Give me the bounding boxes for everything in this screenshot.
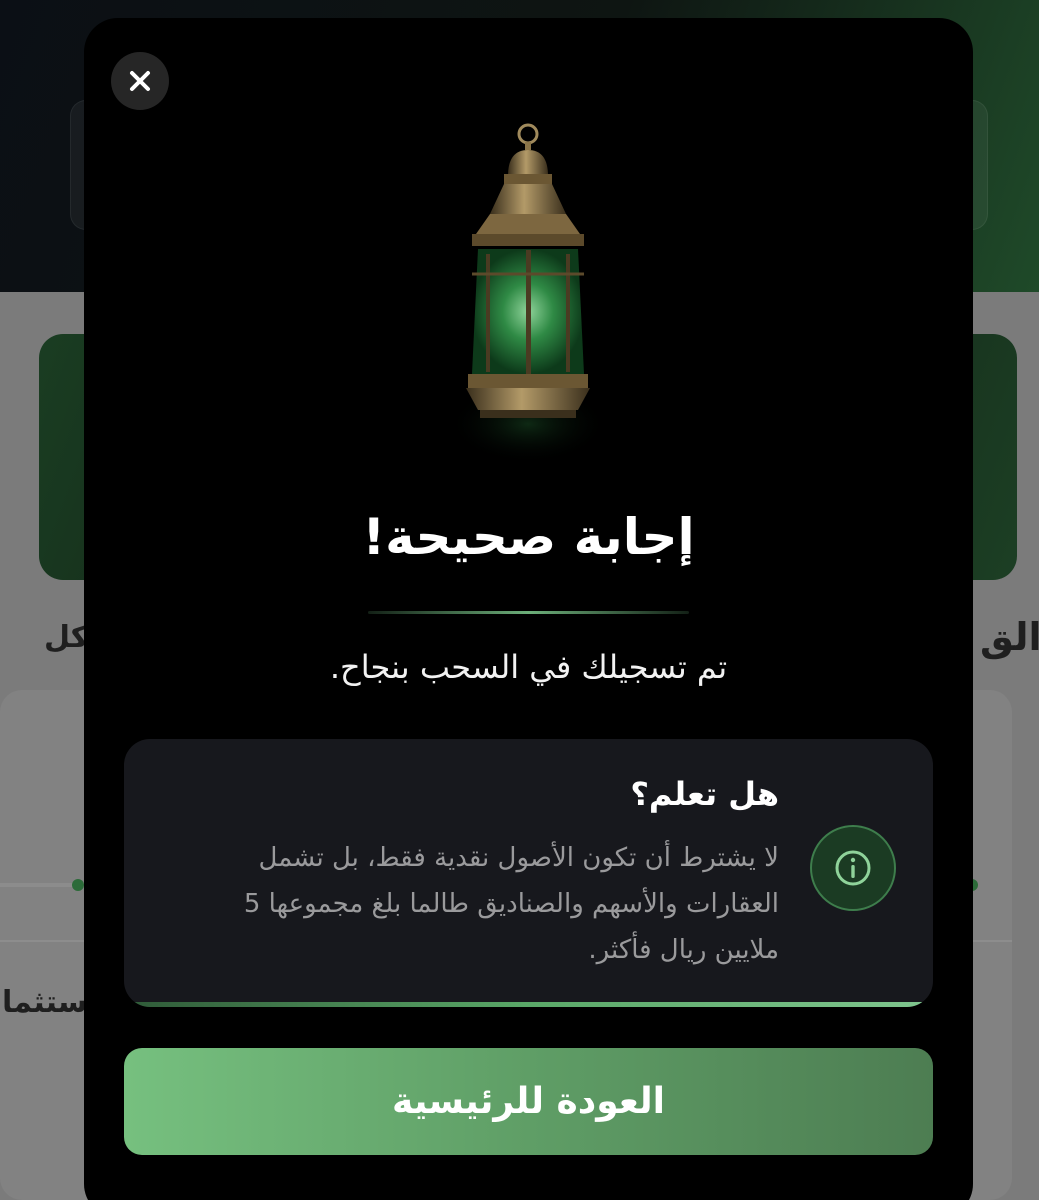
did-you-know-title: هل تعلم؟ [630, 775, 779, 813]
info-icon [810, 825, 896, 911]
background-progress-dot [72, 879, 84, 891]
result-modal: إجابة صحيحة! تم تسجيلك في السحب بنجاح. ه… [84, 18, 973, 1200]
background-heading-fragment-left: كل [44, 620, 89, 655]
result-subtitle: تم تسجيلك في السحب بنجاح. [329, 648, 728, 686]
close-button[interactable] [111, 52, 169, 110]
result-title: إجابة صحيحة! [362, 508, 695, 566]
did-you-know-card: هل تعلم؟ لا يشترط أن تكون الأصول نقدية ف… [124, 739, 933, 1007]
title-divider [368, 611, 689, 614]
card-accent-bar [124, 1002, 933, 1007]
did-you-know-text: لا يشترط أن تكون الأصول نقدية فقط، بل تش… [243, 843, 779, 965]
lantern-illustration [428, 114, 628, 494]
close-icon [130, 71, 150, 91]
background-heading-fragment-right: الق [980, 615, 1039, 659]
back-to-home-button[interactable]: العودة للرئيسية [124, 1048, 933, 1155]
background-row-label-fragment: ستثما [2, 985, 88, 1020]
